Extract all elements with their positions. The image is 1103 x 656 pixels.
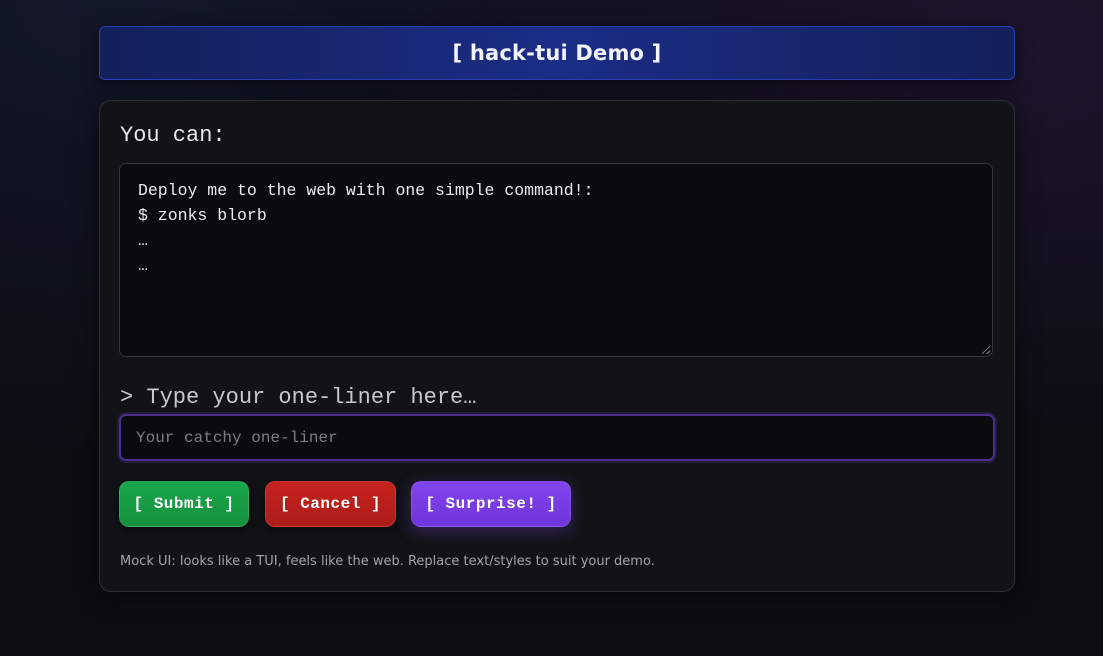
footnote-text: Mock UI: looks like a TUI, feels like th… <box>120 554 655 569</box>
oneliner-input[interactable] <box>121 416 993 459</box>
main-panel: You can: Deploy me to the web with one s… <box>99 100 1015 592</box>
terminal-line: Deploy me to the web with one simple com… <box>138 181 594 200</box>
terminal-line: … <box>138 256 148 275</box>
terminal-textarea[interactable]: Deploy me to the web with one simple com… <box>119 163 993 357</box>
terminal-line: … <box>138 231 148 250</box>
terminal-line: $ zonks blorb <box>138 206 267 225</box>
resize-handle-icon[interactable] <box>982 346 990 354</box>
oneliner-input-wrapper <box>119 414 995 461</box>
oneliner-label: > Type your one-liner here… <box>120 385 477 410</box>
surprise-button[interactable]: [ Surprise! ] <box>411 481 571 527</box>
app-header: [ hack-tui Demo ] <box>99 26 1015 80</box>
cancel-button[interactable]: [ Cancel ] <box>265 481 396 527</box>
app-title: [ hack-tui Demo ] <box>452 41 662 65</box>
section-label: You can: <box>120 123 226 148</box>
submit-button[interactable]: [ Submit ] <box>119 481 249 527</box>
